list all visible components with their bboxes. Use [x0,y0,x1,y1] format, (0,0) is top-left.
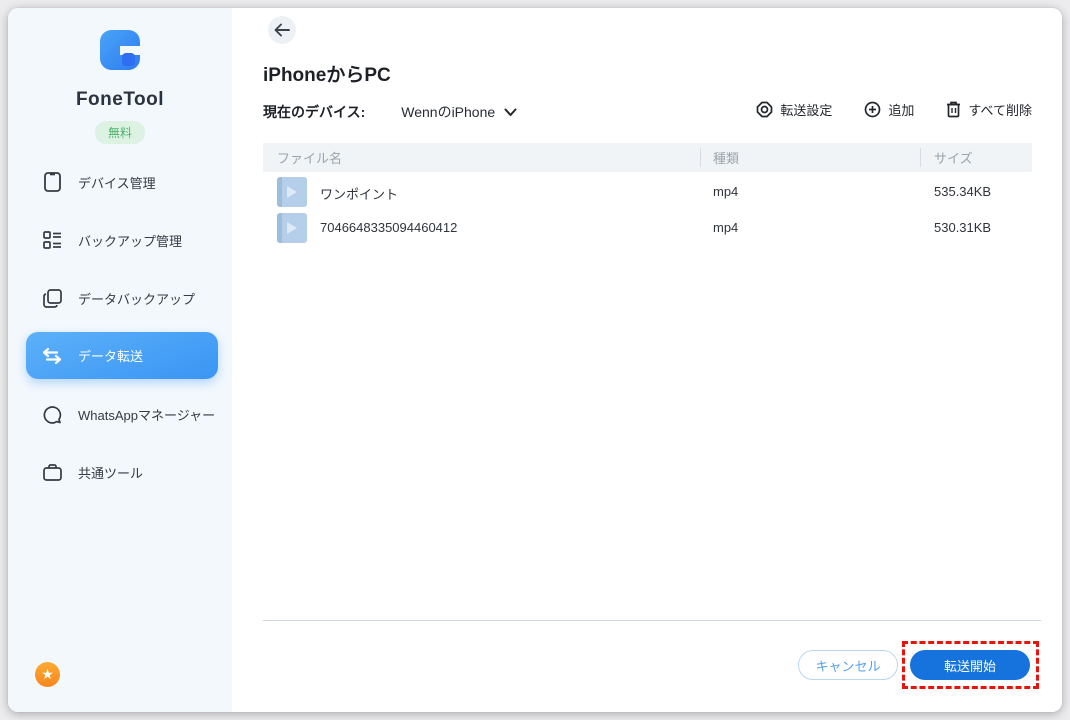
file-size: 535.34KB [934,184,991,199]
header-divider [920,148,921,167]
delete-all-button[interactable]: すべて削除 [946,100,1032,119]
file-type: mp4 [713,220,738,235]
footer-divider [263,620,1041,621]
main-panel: iPhoneからPC 現在のデバイス: WennのiPhone 転送設定 追加 … [232,8,1062,712]
backup-manager-icon [42,230,62,250]
sidebar-item-label: データバックアップ [78,289,195,308]
sidebar-item-label: バックアップ管理 [78,231,182,250]
trash-icon [946,101,961,118]
whatsapp-icon [42,404,62,424]
file-table-header: ファイル名 種類 サイズ [263,143,1032,172]
chevron-down-icon[interactable] [504,108,517,117]
app-name: FoneTool [8,89,232,111]
column-header-type: 種類 [713,148,739,167]
list-toolbar: 転送設定 追加 すべて削除 [724,100,1032,119]
sidebar-item-whatsapp-manager[interactable]: WhatsAppマネージャー [26,392,218,436]
sidebar-item-common-tools[interactable]: 共通ツール [26,450,218,494]
sidebar-item-label: デバイス管理 [78,173,156,192]
page-title: iPhoneからPC [263,60,391,87]
transfer-settings-button[interactable]: 転送設定 [756,100,832,119]
back-arrow-icon [274,23,290,37]
sidebar-item-data-backup[interactable]: データバックアップ [26,276,218,320]
add-button[interactable]: 追加 [864,100,914,119]
column-header-filename: ファイル名 [277,148,342,167]
start-transfer-button[interactable]: 転送開始 [910,650,1030,680]
device-icon [42,172,62,192]
current-device-label: 現在のデバイス: [263,102,365,122]
add-label: 追加 [888,100,914,119]
free-badge: 無料 [95,121,145,144]
sidebar: FoneTool 無料 デバイス管理 バックアップ管理 データバックアップ [8,8,232,712]
table-row[interactable]: ワンポイント mp4 535.34KB [263,174,1032,210]
rate-star-button[interactable]: ★ [35,662,60,687]
file-name: 7046648335094460412 [320,220,457,235]
transfer-settings-label: 転送設定 [780,100,832,119]
app-logo: FoneTool 無料 [8,28,232,144]
video-thumbnail-play-icon [277,177,307,207]
delete-all-label: すべて削除 [968,100,1032,119]
file-name: ワンポイント [320,184,398,203]
current-device-row: 現在のデバイス: WennのiPhone [263,102,517,122]
file-type: mp4 [713,184,738,199]
app-window: FoneTool 無料 デバイス管理 バックアップ管理 データバックアップ [8,8,1062,712]
sidebar-item-device-manage[interactable]: デバイス管理 [26,160,218,204]
sidebar-item-label: 共通ツール [78,463,143,482]
video-thumbnail-play-icon [277,213,307,243]
column-header-size: サイズ [934,148,973,167]
gear-icon [756,101,773,118]
sidebar-item-backup-manage[interactable]: バックアップ管理 [26,218,218,262]
star-icon: ★ [41,666,54,682]
cancel-button[interactable]: キャンセル [798,650,898,680]
file-size: 530.31KB [934,220,991,235]
device-name[interactable]: WennのiPhone [401,102,495,122]
sidebar-item-label: WhatsAppマネージャー [78,405,215,424]
plus-circle-icon [864,101,881,118]
header-divider [700,148,701,167]
sidebar-item-data-transfer[interactable]: データ転送 [26,332,218,379]
data-transfer-icon [42,346,62,366]
fonetool-logo-icon [98,28,142,72]
back-button[interactable] [268,16,296,44]
toolbox-icon [42,462,62,482]
sidebar-item-label: データ転送 [78,346,143,365]
table-row[interactable]: 7046648335094460412 mp4 530.31KB [263,210,1032,246]
data-backup-icon [42,288,62,308]
